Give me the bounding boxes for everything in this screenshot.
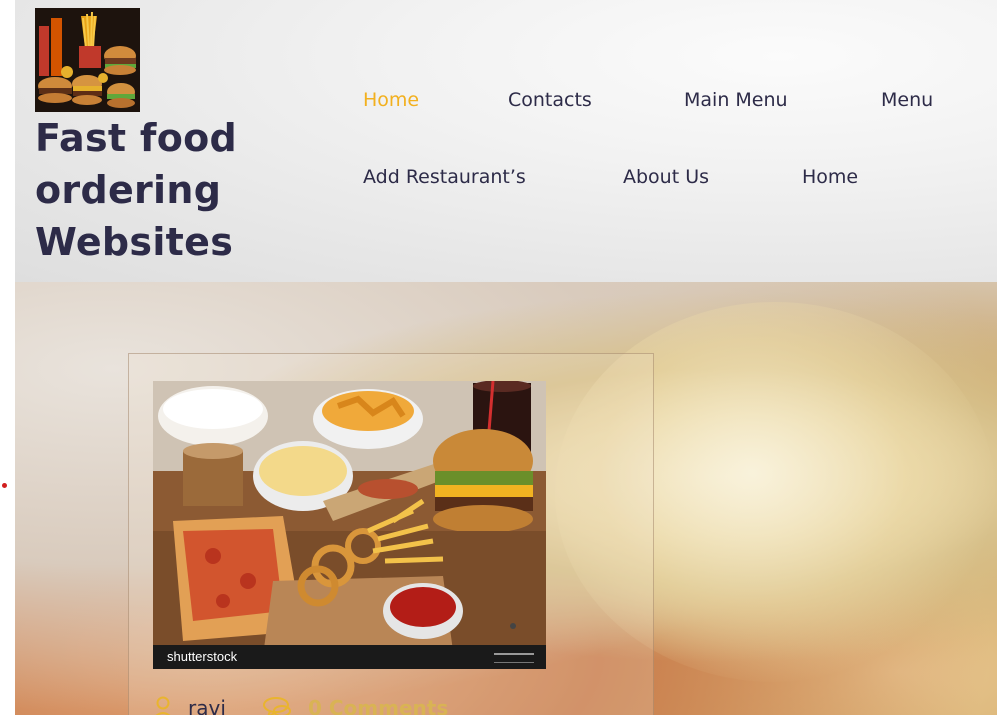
- edge-dot: [2, 483, 7, 488]
- post-comments-link[interactable]: 0 Comments: [308, 692, 448, 715]
- post-card[interactable]: shutterstock: [128, 353, 654, 715]
- nav-item-contacts[interactable]: Contacts: [508, 88, 592, 112]
- user-icon: [150, 696, 176, 715]
- hero-banner: shutterstock: [15, 282, 997, 715]
- nav-item-menu[interactable]: Menu: [881, 88, 933, 112]
- post-featured-image[interactable]: shutterstock: [153, 381, 546, 669]
- photo-watermark-fineprint: [494, 653, 534, 663]
- post-author-link[interactable]: ravi: [188, 692, 226, 715]
- fast-food-photo: [153, 381, 546, 669]
- site-header: Fast food ordering Websites Home Contact…: [15, 0, 997, 282]
- nav-item-add-restaurants[interactable]: Add Restaurant’s: [363, 165, 526, 189]
- photo-watermark-bar: shutterstock: [153, 645, 546, 669]
- main-nav: Home Contacts Main Menu Menu Add Restaur…: [363, 0, 993, 282]
- nav-item-home-secondary[interactable]: Home: [802, 165, 858, 189]
- page: Fast food ordering Websites Home Contact…: [0, 0, 997, 715]
- comment-icon: [262, 696, 292, 715]
- photo-watermark: shutterstock: [167, 649, 238, 664]
- fast-food-logo-image: [35, 8, 140, 112]
- site-logo[interactable]: [35, 8, 140, 112]
- nav-item-about-us[interactable]: About Us: [623, 165, 709, 189]
- nav-item-home[interactable]: Home: [363, 88, 419, 112]
- nav-item-main-menu[interactable]: Main Menu: [684, 88, 788, 112]
- site-title: Fast food ordering Websites: [35, 116, 238, 264]
